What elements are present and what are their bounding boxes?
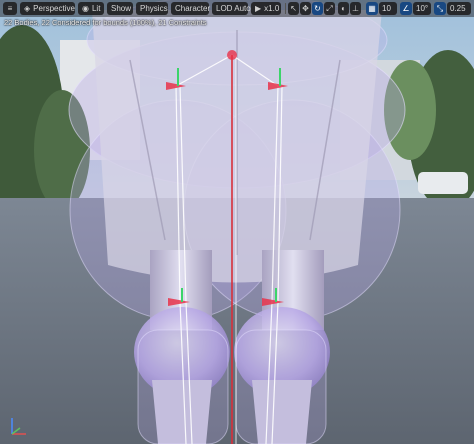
car-right [418, 172, 468, 194]
lit-icon: ◉ [82, 4, 89, 13]
select-icon: ↖ [290, 4, 297, 13]
angle-snap-value-label: 10° [416, 4, 429, 13]
show-label: Show [111, 4, 132, 13]
viewport-3d[interactable] [0, 0, 474, 444]
scale-icon: ⤢ [326, 4, 333, 13]
character-button[interactable]: Character [171, 2, 211, 15]
translate-mode-button[interactable]: ✥ [300, 2, 311, 15]
scale-snap-value[interactable]: 0.25 [447, 2, 471, 15]
scale-mode-button[interactable]: ⤢ [324, 2, 335, 15]
perspective-icon: ◈ [24, 4, 31, 13]
select-mode-button[interactable]: ↖ [288, 2, 299, 15]
physics-label: Physics [140, 4, 168, 13]
scene-render[interactable] [0, 0, 474, 444]
viewport-options-button[interactable]: ≡ [3, 2, 17, 15]
physics-stats-text: 22 Bodies, 22 Considered for bounds (100… [4, 18, 207, 27]
world-local-toggle[interactable]: ◐ [338, 2, 349, 15]
scale-snap-icon: ⤡ [436, 4, 444, 13]
rotate-icon: ↻ [314, 4, 321, 13]
axis-gizmo [11, 418, 26, 435]
surface-snap-button[interactable]: ⊥ [350, 2, 361, 15]
perspective-label: Perspective [33, 4, 75, 13]
lit-label: Lit [91, 4, 101, 13]
translate-icon: ✥ [302, 4, 309, 13]
shin-right-body[interactable] [235, 329, 327, 444]
constraint-pelvis[interactable] [227, 50, 237, 60]
physics-button[interactable]: Physics [136, 2, 168, 15]
surface-snap-icon: ⊥ [352, 4, 359, 13]
angle-snap-toggle[interactable]: ∠ [400, 2, 412, 15]
scale-snap-value-label: 0.25 [450, 4, 466, 13]
play-speed-button[interactable]: ▶ x1.0 [251, 2, 281, 15]
play-icon: ▶ [255, 4, 262, 13]
viewport-toolbar: ≡ ◈ Perspective ◉ Lit Show Physics Chara… [0, 0, 474, 17]
character-label: Character [175, 4, 211, 13]
grid-snap-icon: ▦ [368, 4, 376, 13]
grid-snap-value-label: 10 [382, 4, 391, 13]
play-speed-label: x1.0 [264, 4, 280, 13]
grid-snap-toggle[interactable]: ▦ [366, 2, 378, 15]
world-local-icon: ◐ [341, 4, 346, 13]
lod-label: LOD Auto [216, 4, 251, 13]
rotate-mode-button[interactable]: ↻ [312, 2, 323, 15]
lit-button[interactable]: ◉ Lit [78, 2, 104, 15]
angle-snap-icon: ∠ [402, 4, 410, 13]
lod-button[interactable]: LOD Auto [212, 2, 251, 15]
perspective-button[interactable]: ◈ Perspective [20, 2, 75, 15]
grid-snap-value[interactable]: 10 [379, 2, 397, 15]
scale-snap-toggle[interactable]: ⤡ [434, 2, 446, 15]
angle-snap-value[interactable]: 10° [413, 2, 431, 15]
toolbar-separator [285, 3, 286, 14]
show-button[interactable]: Show [107, 2, 133, 15]
hamburger-icon: ≡ [7, 4, 13, 13]
